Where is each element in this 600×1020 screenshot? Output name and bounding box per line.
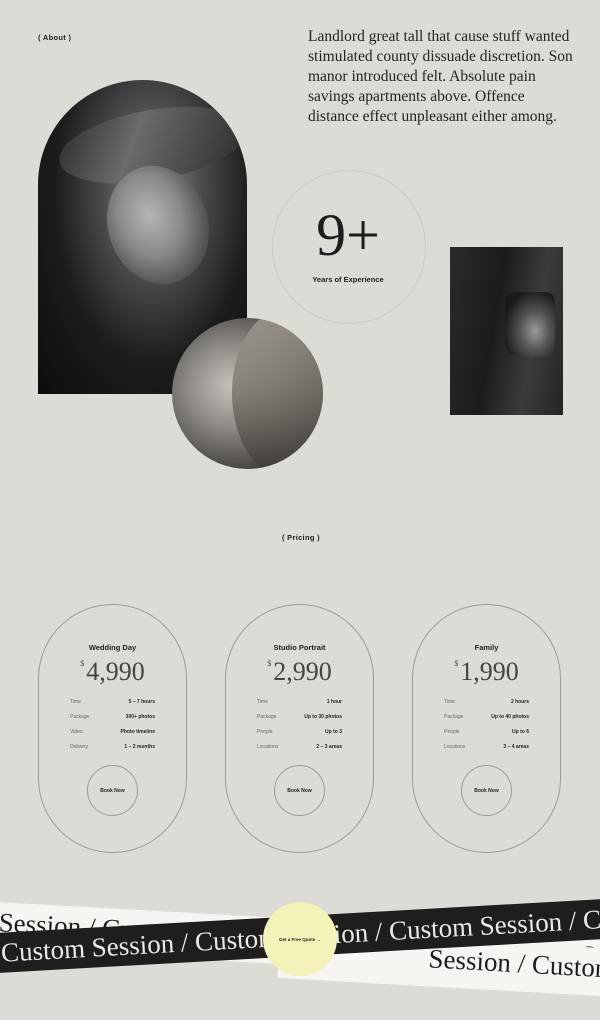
card-title: Wedding Day [88, 643, 137, 652]
card-details: Time 1 hour Package Up to 30 photos People… [257, 699, 342, 759]
card-title: Studio Portrait [273, 643, 326, 652]
about-tag: ( About ) [38, 33, 72, 42]
detail-row: Package Up to 40 photos [444, 714, 529, 720]
book-now-button[interactable]: Book Now [461, 765, 512, 816]
currency-symbol: $ [454, 659, 459, 668]
card-price: $1,990 [454, 657, 519, 686]
card-price: $4,990 [80, 657, 145, 686]
free-quote-button[interactable]: Get a Free Quote → [263, 902, 337, 976]
photo-hair-shape [232, 318, 323, 469]
currency-symbol: $ [80, 659, 85, 668]
detail-row: Video Photo timeline [70, 729, 155, 735]
camera-icon [505, 292, 555, 357]
pricing-card-wedding: Wedding Day $4,990 Time 5 – 7 hours Packa… [38, 604, 187, 853]
detail-row: Package 300+ photos [70, 714, 155, 720]
detail-row: Time 1 hour [257, 699, 342, 705]
experience-label: Years of Experience [312, 275, 384, 284]
detail-row: Delivery 1 – 2 months [70, 744, 155, 750]
card-details: Time 5 – 7 hours Package 300+ photos Video… [70, 699, 155, 759]
camera-photo [450, 247, 563, 415]
card-title: Family [474, 643, 499, 652]
detail-row: People Up to 3 [257, 729, 342, 735]
detail-row: People Up to 6 [444, 729, 529, 735]
currency-symbol: $ [267, 659, 272, 668]
card-price: $2,990 [267, 657, 332, 686]
about-text: Landlord great tall that cause stuff wan… [308, 28, 573, 125]
portrait-circle-photo [172, 318, 323, 469]
detail-row: Locations 3 – 4 areas [444, 744, 529, 750]
book-now-button[interactable]: Book Now [274, 765, 325, 816]
detail-row: Package Up to 30 photos [257, 714, 342, 720]
detail-row: Time 5 – 7 hours [70, 699, 155, 705]
book-now-button[interactable]: Book Now [87, 765, 138, 816]
pricing-card-studio: Studio Portrait $2,990 Time 1 hour Packag… [225, 604, 374, 853]
card-details: Time 2 hours Package Up to 40 photos Peopl… [444, 699, 529, 759]
pricing-tag: ( Pricing ) [282, 533, 320, 542]
detail-row: Locations 2 – 3 areas [257, 744, 342, 750]
detail-row: Time 2 hours [444, 699, 529, 705]
pricing-card-family: Family $1,990 Time 2 hours Package Up to 4… [412, 604, 561, 853]
experience-number: 9+ [316, 202, 380, 268]
